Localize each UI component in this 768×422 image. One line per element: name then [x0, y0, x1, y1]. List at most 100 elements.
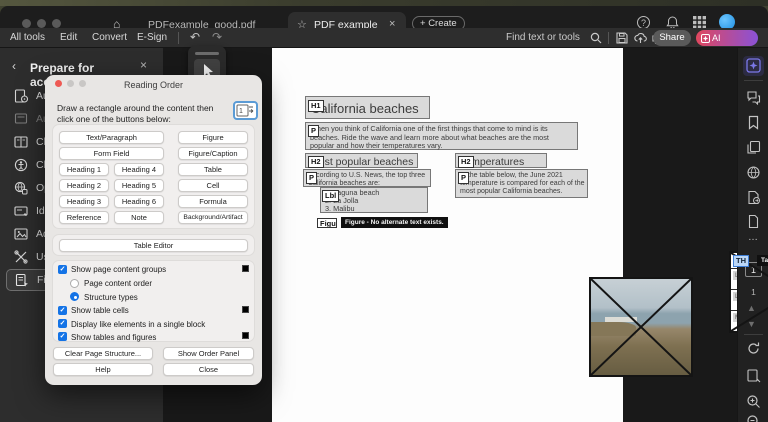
table-editor-group: Table Editor — [52, 234, 255, 256]
menu-edit[interactable]: Edit — [60, 32, 77, 43]
show-tables-figures-color-swatch[interactable] — [242, 332, 249, 339]
background-artifact-button[interactable]: Background/Artifact — [178, 211, 248, 224]
bookmarks-icon[interactable] — [746, 115, 761, 130]
save-icon[interactable] — [616, 32, 628, 44]
undo-icon[interactable]: ↶ — [190, 30, 200, 44]
help-button[interactable]: Help — [53, 363, 153, 376]
heading1-button[interactable]: Heading 1 — [59, 163, 109, 176]
show-groups-checkbox[interactable]: ✓ — [58, 265, 67, 274]
tag-h2[interactable]: H2 — [308, 156, 324, 168]
toolbar: All tools Edit Convert E-Sign ↶ ↷ Find t… — [0, 28, 768, 48]
tag-buttons-group: Text/Paragraph Figure Form Field Figure/… — [52, 124, 255, 229]
region-paragraph1[interactable]: When you think of California one of the … — [305, 122, 578, 150]
table-editor-button[interactable]: Table Editor — [59, 239, 248, 252]
tag-lbl[interactable]: Lbl — [322, 190, 339, 202]
show-tables-figures-checkbox[interactable]: ✓ — [58, 332, 67, 341]
page-thumbnails-icon[interactable] — [746, 140, 761, 155]
tag-h1[interactable]: H1 — [308, 100, 324, 112]
region-table[interactable]: Temperature Laguna 70 - 75 degrees faren… — [729, 251, 768, 333]
figure-tooltip: Figure - No alternate text exists. — [341, 217, 448, 228]
titlebar: ⌂ PDFexample_good.pdf ☆ PDF example × + … — [0, 6, 768, 28]
add-alternate-text-icon — [14, 227, 29, 242]
share-button[interactable]: Share — [653, 30, 691, 46]
upload-cloud-icon[interactable] — [634, 32, 647, 44]
ai-assistant-icon — [701, 34, 710, 43]
figure-caption-button[interactable]: Figure/Caption — [178, 147, 248, 160]
rotate-page-icon[interactable] — [746, 341, 761, 356]
doc-p3-text: In the table below, the June 2021 temper… — [460, 172, 585, 197]
heading2-button[interactable]: Heading 2 — [59, 179, 109, 192]
doc-p2-text: According to U.S. News, the top three Ca… — [308, 172, 428, 188]
heading5-button[interactable]: Heading 5 — [114, 179, 164, 192]
fix-reading-order-icon — [15, 273, 30, 288]
window-zoom-button[interactable] — [52, 19, 61, 28]
cell-button[interactable]: Cell — [178, 179, 248, 192]
tag-h2[interactable]: H2 — [458, 156, 474, 168]
options-group: ✓ Show page content groups Page content … — [52, 260, 255, 342]
dialog-instruction: Draw a rectangle around the content then… — [57, 103, 225, 124]
heading4-button[interactable]: Heading 4 — [114, 163, 164, 176]
structure-types-radio[interactable] — [70, 292, 79, 301]
fit-page-icon[interactable] — [746, 368, 761, 383]
autotag-form-icon — [14, 112, 29, 127]
show-table-cells-color-swatch[interactable] — [242, 306, 249, 313]
show-table-cells-checkbox[interactable]: ✓ — [58, 306, 67, 315]
figure-cross-marker — [591, 279, 691, 375]
zoom-in-icon[interactable] — [746, 394, 761, 409]
dialog-title: Reading Order — [45, 80, 262, 90]
toolbar-drag-handle[interactable] — [195, 52, 219, 55]
back-chevron-icon[interactable]: ‹ — [12, 59, 16, 73]
region-figure[interactable] — [589, 277, 693, 377]
heading6-button[interactable]: Heading 6 — [114, 195, 164, 208]
show-order-panel-button[interactable]: Show Order Panel — [163, 347, 254, 360]
tag-p[interactable]: P — [306, 172, 317, 184]
zoom-out-icon[interactable] — [746, 414, 761, 422]
reading-options-icon — [14, 135, 29, 150]
tag-th[interactable]: TH — [733, 255, 749, 267]
region-paragraph2[interactable]: According to U.S. News, the top three Ca… — [303, 169, 431, 187]
toolbar-divider — [608, 32, 609, 44]
more-tools-icon[interactable]: … — [748, 232, 759, 243]
close-button[interactable]: Close — [163, 363, 254, 376]
window-minimize-button[interactable] — [37, 19, 46, 28]
table-button[interactable]: Table — [178, 163, 248, 176]
search-icon[interactable] — [590, 32, 602, 44]
tools-wrench-icon — [14, 250, 29, 265]
region-heading2-left[interactable]: Most popular beaches H2 — [305, 153, 418, 168]
ai-assistant-rail-icon[interactable] — [746, 58, 761, 73]
find-tools-label[interactable]: Find text or tools — [506, 32, 580, 43]
ai-assistant-button[interactable]: AI Assistant — [696, 30, 758, 46]
display-like-elements-checkbox[interactable]: ✓ — [58, 319, 67, 328]
clear-page-structure-button[interactable]: Clear Page Structure... — [53, 347, 153, 360]
tag-p[interactable]: P — [308, 125, 319, 137]
accessibility-globe-icon[interactable] — [746, 165, 761, 180]
show-tables-figures-label: Show tables and figures — [71, 333, 156, 342]
text-paragraph-button[interactable]: Text/Paragraph — [59, 131, 164, 144]
menu-esign[interactable]: E-Sign — [137, 32, 167, 43]
show-groups-color-swatch[interactable] — [242, 265, 249, 272]
convert-document-icon[interactable] — [746, 190, 761, 205]
tag-p[interactable]: P — [458, 172, 469, 184]
region-paragraph3[interactable]: In the table below, the June 2021 temper… — [455, 169, 588, 198]
form-field-button[interactable]: Form Field — [59, 147, 164, 160]
figure-button[interactable]: Figure — [178, 131, 248, 144]
document-icon[interactable] — [746, 214, 761, 229]
menu-all-tools[interactable]: All tools — [10, 32, 45, 43]
doc-p1-text: When you think of California one of the … — [310, 125, 574, 151]
reading-order-tool-icon[interactable]: 1 — [233, 101, 258, 120]
close-panel-icon[interactable]: × — [140, 58, 147, 72]
reference-button[interactable]: Reference — [59, 211, 109, 224]
formula-button[interactable]: Formula — [178, 195, 248, 208]
heading3-button[interactable]: Heading 3 — [59, 195, 109, 208]
comments-icon[interactable] — [746, 90, 761, 105]
menu-convert[interactable]: Convert — [92, 32, 127, 43]
redo-icon[interactable]: ↷ — [212, 30, 222, 44]
tag-figure[interactable]: Figure — [317, 218, 337, 228]
region-heading1[interactable]: California beaches H1 — [305, 96, 430, 119]
window-close-button[interactable] — [22, 19, 31, 28]
note-button[interactable]: Note — [114, 211, 164, 224]
page-content-order-radio[interactable] — [70, 279, 79, 288]
region-heading2-right[interactable]: Temperatures H2 — [455, 153, 547, 168]
region-list[interactable]: 1. Laguna beach 2. La Jolla 3. Malibu Lb… — [320, 187, 428, 213]
app-screen: ⌂ PDFexample_good.pdf ☆ PDF example × + … — [0, 0, 768, 422]
